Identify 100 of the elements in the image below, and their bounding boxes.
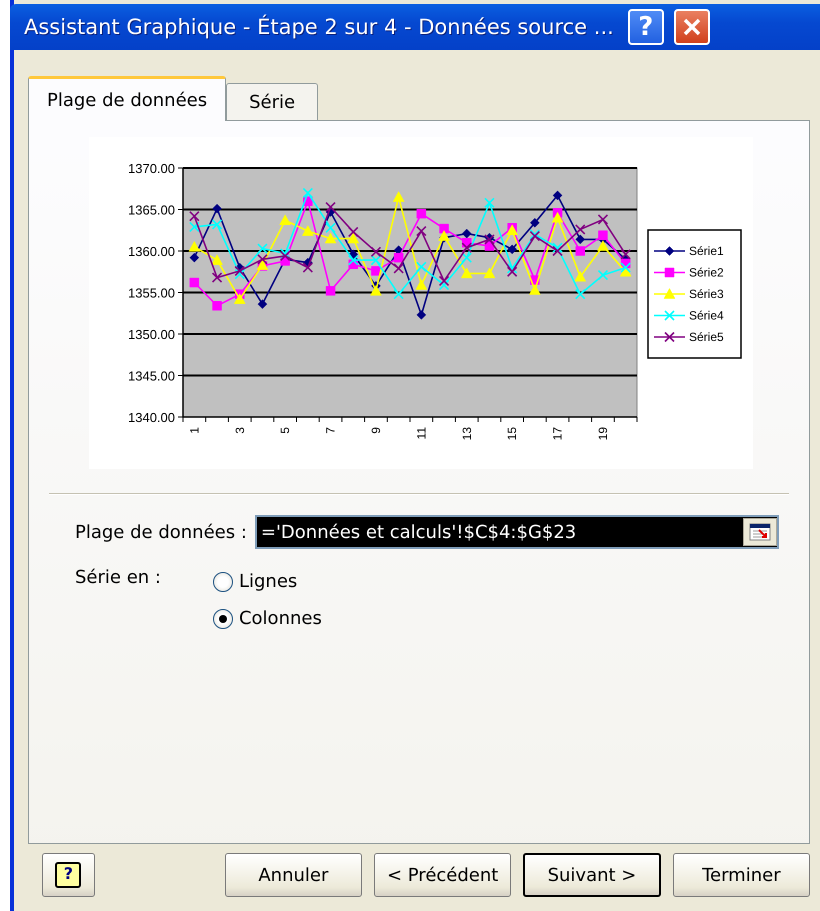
data-point (348, 250, 358, 260)
range-label: Plage de données : (75, 522, 247, 542)
data-point (280, 248, 290, 259)
data-point (257, 243, 268, 254)
data-point (576, 234, 585, 244)
legend-key-icon (654, 246, 685, 256)
y-tick-label: 1355.00 (128, 286, 175, 300)
data-point (598, 270, 608, 280)
help-button[interactable]: ? (628, 9, 664, 45)
data-point (416, 279, 428, 290)
x-tick-label: 17 (550, 427, 565, 440)
data-point (506, 263, 518, 274)
data-point (574, 224, 586, 235)
data-point (325, 202, 336, 212)
wizard-button[interactable]: < Précédent (374, 853, 512, 897)
y-tick-label: 1370.00 (128, 161, 175, 176)
collapse-dialog-button[interactable] (742, 518, 777, 546)
data-point (576, 246, 585, 256)
data-point (234, 293, 246, 304)
data-point (348, 226, 359, 238)
window-title: Assistant Graphique - Étape 2 sur 4 - Données source ... (24, 15, 614, 39)
data-point (326, 286, 336, 296)
data-point (416, 208, 426, 218)
data-point (598, 214, 608, 225)
help-icon: ? (55, 862, 82, 888)
data-point (393, 263, 404, 274)
data-point (235, 262, 244, 272)
data-point (506, 266, 518, 278)
data-point (258, 299, 268, 309)
data-point (348, 254, 359, 266)
data-point (392, 191, 404, 202)
data-point (439, 224, 449, 234)
data-point (188, 241, 200, 252)
data-point (552, 212, 564, 223)
data-point (529, 284, 541, 295)
data-point (416, 226, 427, 236)
data-point (438, 276, 450, 286)
legend-key-icon (654, 310, 685, 321)
data-point (371, 266, 381, 276)
radio-label[interactable]: Colonnes (238, 608, 322, 629)
wizard-button[interactable]: Annuler (224, 853, 362, 897)
data-point (302, 188, 314, 198)
data-point (438, 230, 450, 241)
close-button[interactable] (674, 9, 710, 45)
data-point (462, 228, 472, 238)
data-point (507, 244, 517, 254)
data-point (597, 240, 609, 251)
data-point (484, 234, 495, 245)
tab[interactable]: Série (226, 83, 318, 120)
data-point (393, 288, 404, 300)
help-button[interactable]: ? (42, 853, 95, 897)
data-point (279, 214, 291, 226)
data-point (325, 222, 336, 234)
data-point (461, 252, 472, 263)
x-tick-label: 15 (505, 427, 520, 440)
x-tick-label: 1 (187, 427, 202, 434)
legend-key-icon (654, 268, 685, 278)
data-point (620, 266, 632, 276)
wizard-button[interactable]: Suivant > (523, 853, 661, 897)
data-point (484, 198, 495, 208)
data-point (257, 254, 268, 265)
radio-button[interactable] (212, 608, 233, 628)
data-point (370, 254, 382, 266)
data-point (212, 219, 222, 230)
x-tick-label: 7 (324, 427, 338, 434)
data-point (189, 210, 200, 222)
data-point (326, 207, 336, 217)
data-point (370, 246, 382, 258)
data-point (416, 310, 426, 320)
data-point (552, 190, 562, 200)
y-tick-label: 1350.00 (128, 327, 175, 342)
radio-label[interactable]: Lignes (238, 571, 298, 592)
x-tick-label: 3 (232, 427, 247, 434)
data-point (189, 222, 200, 232)
data-point (461, 242, 472, 253)
data-point (552, 246, 563, 256)
legend-label: Série5 (689, 330, 724, 344)
data-point (484, 268, 496, 278)
data-point (620, 262, 631, 273)
data-point (620, 249, 631, 260)
data-point (348, 232, 359, 244)
data-point (212, 204, 222, 214)
radio-button[interactable] (212, 572, 233, 592)
x-tick-label: 5 (278, 427, 292, 434)
range-field[interactable]: ='Données et calculs'!$C$4:$G$23 (254, 515, 779, 549)
series-in-label: Série en : (75, 567, 161, 590)
data-point (280, 250, 290, 262)
data-point (234, 266, 246, 276)
x-tick-label: 19 (596, 427, 610, 440)
wizard-button[interactable]: Terminer (672, 853, 810, 897)
data-point (461, 268, 472, 278)
data-point (190, 252, 200, 262)
tab[interactable]: Plage de données (28, 76, 226, 121)
legend-label: Série1 (689, 244, 724, 258)
data-point (302, 225, 314, 236)
data-point (438, 280, 450, 290)
y-tick-label: 1340.00 (128, 410, 175, 425)
legend-label: Série2 (689, 266, 724, 280)
data-point (211, 254, 223, 265)
x-tick-label: 9 (368, 427, 383, 434)
